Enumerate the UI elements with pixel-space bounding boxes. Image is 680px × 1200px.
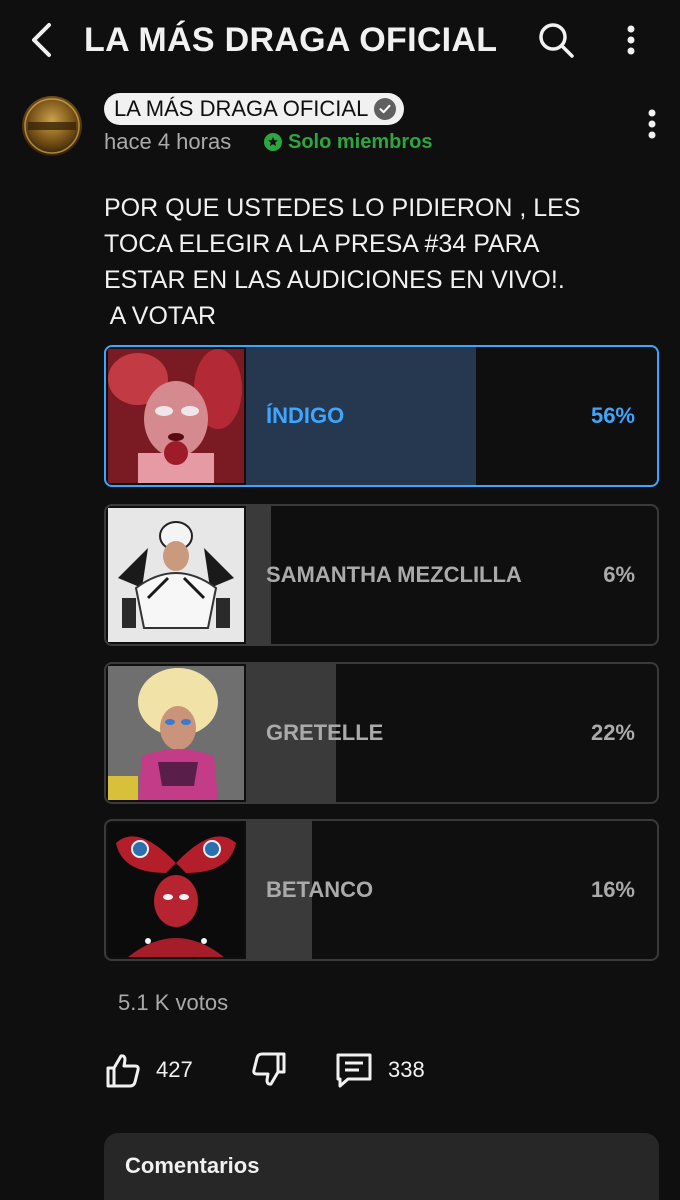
option-image (108, 508, 244, 642)
back-button[interactable] (22, 18, 62, 62)
post-actions: 427 338 (104, 1048, 664, 1092)
verified-icon (374, 98, 397, 120)
like-button[interactable]: 427 (104, 1048, 193, 1092)
comments-button[interactable]: 338 (334, 1048, 425, 1092)
poll-option-samantha-mezclilla[interactable]: SAMANTHA MEZCLILLA 6% (104, 504, 659, 646)
poll-option-percent: 16% (590, 877, 635, 902)
post-body: POR QUE USTEDES LO PIDIERON , LES TOCA E… (104, 190, 644, 334)
chevron-left-icon (32, 23, 51, 57)
option-image (108, 823, 244, 957)
post-menu-button[interactable] (634, 104, 670, 144)
option-image (108, 666, 244, 800)
more-options-button[interactable] (612, 18, 650, 62)
comments-panel[interactable]: Comentarios (104, 1133, 659, 1200)
more-vertical-icon (648, 109, 656, 139)
post-text-line: A VOTAR (104, 302, 217, 330)
post-text-line: ESTAR EN LAS AUDICIONES EN VIVO!. (104, 266, 565, 294)
top-app-bar: LA MÁS DRAGA OFICIAL (0, 0, 680, 80)
post-timestamp: hace 4 horas (104, 129, 232, 154)
members-badge-label: Solo miembros (288, 131, 433, 153)
members-only-badge: Solo miembros (264, 128, 432, 156)
thumbs-up-icon (106, 1054, 140, 1088)
poll-option-label: GRETELLE (266, 720, 384, 745)
poll-option-label: BETANCO (266, 877, 374, 902)
poll-option-percent: 6% (603, 562, 635, 587)
poll-option-label: SAMANTHA MEZCLILLA (266, 562, 522, 587)
search-icon (539, 23, 574, 58)
poll-option-percent: 56% (590, 403, 635, 428)
post-text-line: TOCA ELEGIR A LA PRESA #34 PARA (104, 230, 540, 258)
page-title: LA MÁS DRAGA OFICIAL (84, 21, 498, 59)
option-image (108, 349, 244, 483)
post-text-line: POR QUE USTEDES LO PIDIERON , LES (104, 194, 581, 222)
thumbs-down-icon (252, 1052, 286, 1086)
more-vertical-icon (627, 25, 635, 55)
comment-count: 338 (388, 1057, 425, 1082)
poll-option-betanco[interactable]: BETANCO 16% (104, 819, 659, 961)
channel-logo (24, 98, 80, 154)
comments-title: Comentarios (125, 1153, 260, 1178)
poll-option-label: ÍNDIGO (266, 403, 345, 428)
channel-name: LA MÁS DRAGA OFICIAL (114, 96, 369, 121)
poll-option-gretelle[interactable]: GRETELLE 22% (104, 662, 659, 804)
poll-option-indigo[interactable]: ÍNDIGO 56% (104, 345, 659, 487)
members-star-icon (264, 133, 282, 151)
comment-icon (336, 1053, 372, 1088)
search-button[interactable] (534, 18, 578, 62)
poll-vote-count: 5.1 K votos (118, 990, 229, 1015)
dislike-button[interactable] (250, 1048, 288, 1092)
poll-option-percent: 22% (590, 720, 635, 745)
like-count: 427 (156, 1057, 193, 1082)
channel-avatar[interactable] (22, 96, 82, 156)
channel-name-chip[interactable]: LA MÁS DRAGA OFICIAL (104, 93, 405, 125)
